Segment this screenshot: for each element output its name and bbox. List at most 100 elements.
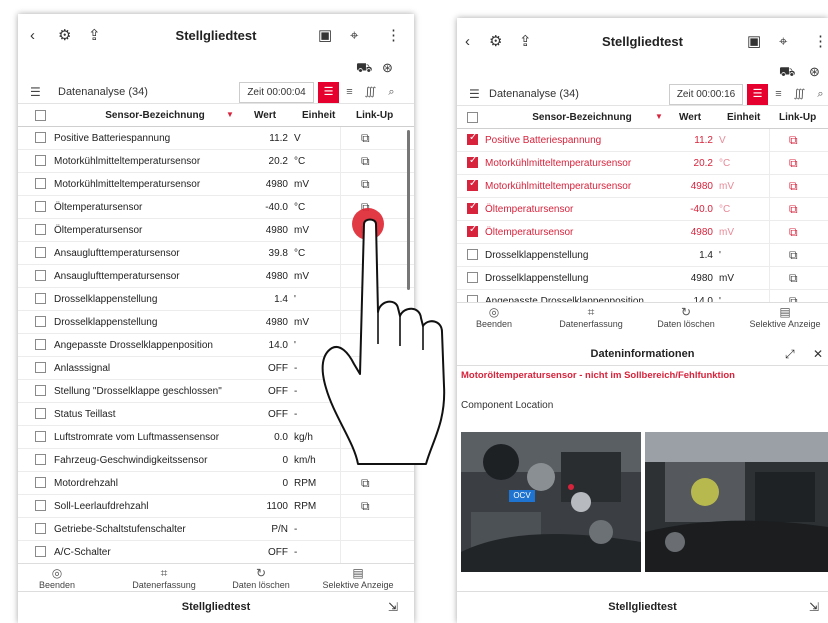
list-view-icon[interactable]: ☰ (318, 82, 339, 103)
link-up-icon[interactable]: ⧉ (361, 131, 370, 146)
selektive-anzeige-button[interactable]: ▤ Selektive Anzeige (318, 566, 398, 590)
table-header: Sensor-Bezeichnung ▼ Wert Einheit Link-U… (18, 106, 414, 127)
row-checkbox[interactable] (467, 178, 478, 191)
unit-column-header[interactable]: Einheit (727, 112, 760, 123)
table-row[interactable]: Drosselklappenstellung 4980 mV ⧉ (457, 267, 828, 290)
beenden-button[interactable]: ◎ Beenden (32, 566, 82, 590)
datenerfassung-button[interactable]: ⌗ Datenerfassung (126, 566, 202, 590)
link-up-icon[interactable]: ⧉ (361, 499, 370, 514)
table-row[interactable]: Positive Batteriespannung 11.2 V ⧉ (18, 127, 414, 150)
selektive-anzeige-button[interactable]: ▤ Selektive Anzeige (745, 305, 825, 329)
datenerfassung-button[interactable]: ⌗ Datenerfassung (553, 305, 629, 329)
list-edit-icon[interactable]: ☰ (30, 85, 41, 99)
text-view-icon[interactable]: ≡ (768, 84, 789, 105)
row-checkbox[interactable] (467, 249, 478, 260)
select-all-checkbox[interactable] (35, 110, 46, 121)
vehicle-icon[interactable]: ⛟ (779, 64, 795, 82)
link-up-icon[interactable]: ⧉ (789, 271, 798, 286)
table-row[interactable]: Drosselklappenstellung 1.4 ' ⧉ (457, 244, 828, 267)
daten-loeschen-button[interactable]: ↻ Daten löschen (228, 566, 294, 590)
sensor-value: -40.0 (265, 202, 288, 213)
row-checkbox[interactable] (35, 454, 46, 465)
list-view-icon[interactable]: ☰ (747, 84, 768, 105)
graph-view-icon[interactable]: ∭ (360, 82, 381, 103)
row-checkbox[interactable] (467, 155, 478, 168)
sort-indicator-icon[interactable]: ▼ (226, 110, 234, 119)
battery-status-icon[interactable]: ▣ (318, 28, 332, 44)
table-row[interactable]: Öltemperatursensor 4980 mV ⧉ (457, 221, 828, 244)
collapse-icon[interactable]: ⇲ (388, 600, 398, 614)
table-row[interactable]: A/C-Schalter OFF - (18, 541, 414, 564)
list-edit-icon[interactable]: ☰ (469, 87, 480, 101)
select-all-checkbox[interactable] (467, 112, 478, 123)
link-up-icon[interactable]: ⧉ (789, 225, 798, 240)
screenshot-icon[interactable]: ⌖ (350, 28, 358, 44)
daten-loeschen-button[interactable]: ↻ Daten löschen (653, 305, 719, 329)
table-row[interactable]: Motordrehzahl 0 RPM ⧉ (18, 472, 414, 495)
row-checkbox[interactable] (35, 155, 46, 166)
row-checkbox[interactable] (467, 132, 478, 145)
row-checkbox[interactable] (35, 293, 46, 304)
settings-circle-icon[interactable]: ⊛ (382, 60, 393, 76)
row-checkbox[interactable] (35, 316, 46, 327)
row-checkbox[interactable] (35, 431, 46, 442)
row-checkbox[interactable] (467, 201, 478, 214)
value-column-header[interactable]: Wert (254, 110, 276, 121)
table-row[interactable]: Motorkühlmitteltemperatursensor 4980 mV ⧉ (18, 173, 414, 196)
link-up-icon[interactable]: ⧉ (361, 154, 370, 169)
sensor-name: Motordrehzahl (54, 478, 118, 489)
link-up-icon[interactable]: ⧉ (789, 156, 798, 171)
link-up-icon[interactable]: ⧉ (361, 177, 370, 192)
row-checkbox[interactable] (35, 477, 46, 488)
battery-status-icon[interactable]: ▣ (747, 34, 761, 50)
row-checkbox[interactable] (35, 523, 46, 534)
sensor-column-header[interactable]: Sensor-Bezeichnung (70, 110, 240, 121)
row-checkbox[interactable] (35, 201, 46, 212)
row-checkbox[interactable] (35, 500, 46, 511)
table-row[interactable]: Positive Batteriespannung 11.2 V ⧉ (457, 129, 828, 152)
sort-indicator-icon[interactable]: ▼ (655, 112, 663, 121)
text-view-icon[interactable]: ≡ (339, 82, 360, 103)
link-up-icon[interactable]: ⧉ (789, 202, 798, 217)
beenden-button[interactable]: ◎ Beenden (469, 305, 519, 329)
table-row[interactable]: Motorkühlmitteltemperatursensor 20.2 °C ⧉ (18, 150, 414, 173)
link-up-icon[interactable]: ⧉ (361, 476, 370, 491)
sensor-column-header[interactable]: Sensor-Bezeichnung (497, 112, 667, 123)
collapse-icon[interactable]: ⇲ (809, 600, 819, 614)
row-checkbox[interactable] (35, 132, 46, 143)
search-icon[interactable]: ⌕ (381, 82, 402, 103)
close-icon[interactable]: ✕ (813, 347, 823, 361)
screenshot-icon[interactable]: ⌖ (779, 34, 787, 50)
row-checkbox[interactable] (467, 224, 478, 237)
value-column-header[interactable]: Wert (679, 112, 701, 123)
sensor-value: 4980 (265, 225, 288, 236)
table-row[interactable]: Soll-Leerlaufdrehzahl 1100 RPM ⧉ (18, 495, 414, 518)
link-up-icon[interactable]: ⧉ (789, 179, 798, 194)
graph-view-icon[interactable]: ∭ (789, 84, 810, 105)
link-up-icon[interactable]: ⧉ (789, 133, 798, 148)
row-checkbox[interactable] (35, 270, 46, 281)
vehicle-icon[interactable]: ⛟ (356, 60, 372, 78)
more-menu-icon[interactable]: ⋮ (386, 28, 401, 44)
link-up-icon[interactable]: ⧉ (789, 248, 798, 263)
linkup-column-header[interactable]: Link-Up (356, 110, 393, 121)
row-checkbox[interactable] (467, 272, 478, 283)
row-checkbox[interactable] (35, 339, 46, 350)
table-row[interactable]: Getriebe-Schaltstufenschalter P/N - (18, 518, 414, 541)
row-checkbox[interactable] (35, 385, 46, 396)
search-icon[interactable]: ⌕ (810, 84, 828, 105)
expand-icon[interactable]: ⤢ (785, 347, 795, 362)
row-checkbox[interactable] (35, 178, 46, 189)
row-checkbox[interactable] (35, 247, 46, 258)
row-checkbox[interactable] (35, 362, 46, 373)
settings-circle-icon[interactable]: ⊛ (809, 64, 820, 80)
row-checkbox[interactable] (35, 546, 46, 557)
more-menu-icon[interactable]: ⋮ (813, 34, 828, 50)
linkup-column-header[interactable]: Link-Up (779, 112, 816, 123)
unit-column-header[interactable]: Einheit (302, 110, 335, 121)
table-row[interactable]: Motorkühlmitteltemperatursensor 20.2 °C ⧉ (457, 152, 828, 175)
table-row[interactable]: Öltemperatursensor -40.0 °C ⧉ (457, 198, 828, 221)
table-row[interactable]: Motorkühlmitteltemperatursensor 4980 mV ⧉ (457, 175, 828, 198)
row-checkbox[interactable] (35, 224, 46, 235)
row-checkbox[interactable] (35, 408, 46, 419)
